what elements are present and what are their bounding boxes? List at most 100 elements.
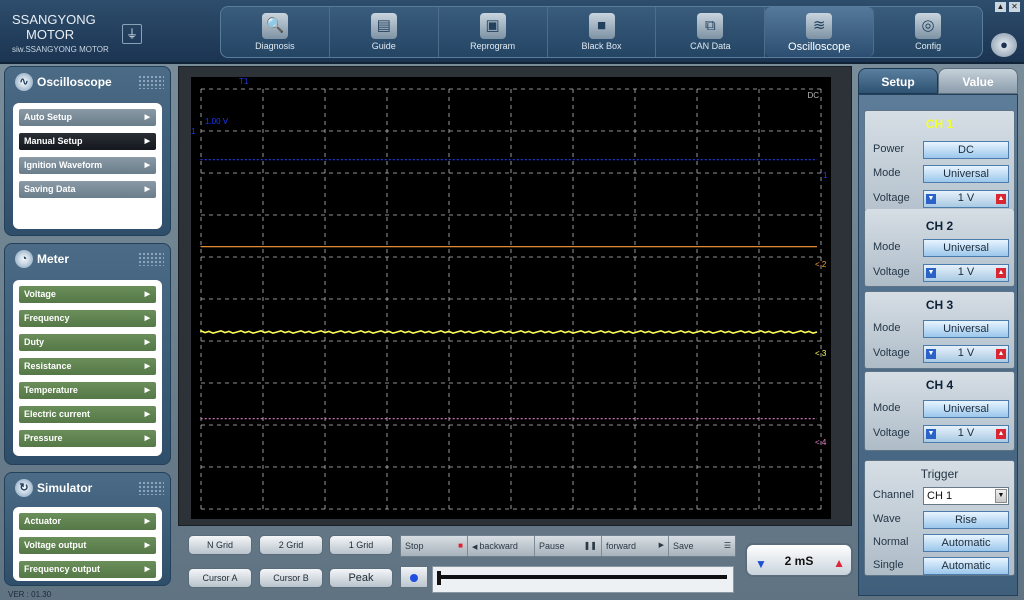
- menu-actuator[interactable]: Actuator ▶: [19, 513, 156, 530]
- ch3-mode-button[interactable]: Universal: [923, 320, 1009, 338]
- menu-duty[interactable]: Duty ▶: [19, 334, 156, 351]
- trigger-channel-row: Channel CH 1 ▼: [873, 487, 1010, 505]
- menu-saving-data[interactable]: Saving Data ▶: [19, 181, 156, 198]
- time-increase-icon[interactable]: ▲: [833, 556, 845, 570]
- close-button[interactable]: ✕: [1009, 2, 1020, 12]
- nav-diagnosis[interactable]: 🔍 Diagnosis: [221, 7, 330, 57]
- ch1-mode-button[interactable]: Universal: [923, 165, 1009, 183]
- minimize-button[interactable]: ▲: [995, 2, 1006, 12]
- peak-button[interactable]: Peak: [329, 568, 393, 588]
- arrow-right-icon: ▶: [144, 315, 150, 322]
- nav-config[interactable]: ◎ Config: [874, 7, 982, 57]
- ch2-mode-row: Mode Universal: [873, 239, 1010, 257]
- nav-label: Diagnosis: [255, 41, 295, 51]
- tab-value[interactable]: Value: [938, 68, 1018, 94]
- increase-icon[interactable]: ▲: [996, 349, 1006, 359]
- ch3-marker[interactable]: < 3: [815, 349, 826, 358]
- arrow-right-icon: ▶: [144, 114, 150, 121]
- brand-line3: siw.SSANGYONG MOTOR: [12, 45, 109, 54]
- normal-label: Normal: [873, 536, 909, 548]
- increase-icon[interactable]: ▲: [996, 429, 1006, 439]
- increase-icon[interactable]: ▲: [996, 194, 1006, 204]
- settings-panel: Setup Value CH 1 Power DC Mode Universal V…: [856, 66, 1018, 596]
- scope-display[interactable]: T1 1 1.00 V DC 1 < 2 < 3 < 4: [191, 77, 831, 519]
- menu-label: Manual Setup: [24, 136, 83, 146]
- time-div-control: ▼ 2 mS ▲: [745, 543, 853, 577]
- menu-manual-setup[interactable]: Manual Setup ▶: [19, 133, 156, 150]
- nav-black-box[interactable]: ■ Black Box: [548, 7, 657, 57]
- backward-button[interactable]: ◀ backward: [468, 536, 535, 556]
- oscilloscope-icon: ≋: [806, 13, 833, 39]
- user-icon[interactable]: ●: [991, 33, 1017, 57]
- ch4-voltage-spinner: ▼ 1 V ▲: [923, 425, 1009, 443]
- usb-icon[interactable]: ⏚: [122, 24, 142, 44]
- voltage-label: Voltage: [873, 266, 910, 278]
- oscilloscope-panel: ∿ Oscilloscope Auto Setup ▶ Manual Setup ▶…: [4, 66, 171, 236]
- trigger-normal-button[interactable]: Automatic: [923, 534, 1009, 552]
- stop-label: Stop: [405, 541, 424, 551]
- trigger-time-marker[interactable]: T1: [239, 77, 248, 86]
- wave-label: Wave: [873, 513, 901, 525]
- trigger-level-marker[interactable]: 1: [191, 127, 195, 136]
- panel-title: Meter: [37, 252, 70, 266]
- tab-setup[interactable]: Setup: [858, 68, 938, 94]
- scope-graph: [200, 88, 822, 510]
- backward-label: backward: [479, 541, 518, 551]
- ch2-voltage-row: Voltage ▼ 1 V ▲: [873, 264, 1010, 282]
- cursor-b-button[interactable]: Cursor B: [259, 568, 323, 588]
- ch2-mode-button[interactable]: Universal: [923, 239, 1009, 257]
- menu-auto-setup[interactable]: Auto Setup ▶: [19, 109, 156, 126]
- menu-label: Auto Setup: [24, 112, 72, 122]
- nav-can-data[interactable]: ⧉ CAN Data: [656, 7, 766, 57]
- increase-icon[interactable]: ▲: [996, 268, 1006, 278]
- menu-label: Voltage: [24, 289, 56, 299]
- arrow-right-icon: ▶: [144, 411, 150, 418]
- stop-button[interactable]: Stop ■: [401, 536, 468, 556]
- arrow-right-icon: ▶: [144, 138, 150, 145]
- menu-voltage[interactable]: Voltage ▶: [19, 286, 156, 303]
- ch4-group: CH 4 Mode Universal Voltage ▼ 1 V ▲: [864, 371, 1015, 451]
- mode-label: Mode: [873, 167, 901, 179]
- menu-temperature[interactable]: Temperature ▶: [19, 382, 156, 399]
- panel-dots-decoration: [138, 252, 164, 266]
- ch1-voltage-spinner: ▼ 1 V ▲: [923, 190, 1009, 208]
- ch1-power-button[interactable]: DC: [923, 141, 1009, 159]
- voltage-label: Voltage: [873, 192, 910, 204]
- ch1-marker[interactable]: 1: [823, 171, 827, 180]
- menu-pressure[interactable]: Pressure ▶: [19, 430, 156, 447]
- ch2-marker[interactable]: < 2: [815, 260, 826, 269]
- menu-frequency[interactable]: Frequency ▶: [19, 310, 156, 327]
- nav-guide[interactable]: ▤ Guide: [330, 7, 439, 57]
- menu-label: Electric current: [24, 409, 91, 419]
- channel-3-trace: [200, 329, 818, 335]
- panel-title: Simulator: [37, 481, 93, 495]
- forward-button[interactable]: forward ▶: [602, 536, 669, 556]
- config-icon: ◎: [915, 13, 942, 39]
- trigger-channel-select[interactable]: CH 1 ▼: [923, 487, 1009, 505]
- two-grid-button[interactable]: 2 Grid: [259, 535, 323, 555]
- trigger-wave-button[interactable]: Rise: [923, 511, 1009, 529]
- one-grid-button[interactable]: 1 Grid: [329, 535, 393, 555]
- cursor-a-button[interactable]: Cursor A: [188, 568, 252, 588]
- trigger-wave-row: Wave Rise: [873, 511, 1010, 529]
- n-grid-button[interactable]: N Grid: [188, 535, 252, 555]
- transport-bar: Stop ■ ◀ backward Pause ❚❚ forward ▶ Save ☰: [400, 535, 736, 557]
- ch4-mode-button[interactable]: Universal: [923, 400, 1009, 418]
- pause-button[interactable]: Pause ❚❚: [535, 536, 602, 556]
- trigger-single-button[interactable]: Automatic: [923, 557, 1009, 575]
- ch1-power-row: Power DC: [873, 141, 1010, 159]
- menu-frequency-output[interactable]: Frequency output ▶: [19, 561, 156, 578]
- menu-ignition-waveform[interactable]: Ignition Waveform ▶: [19, 157, 156, 174]
- nav-reprogram[interactable]: ▣ Reprogram: [439, 7, 548, 57]
- panel-dots-decoration: [138, 75, 164, 89]
- volt-per-div-label: 1.00 V: [205, 117, 229, 126]
- menu-electric-current[interactable]: Electric current ▶: [19, 406, 156, 423]
- menu-resistance[interactable]: Resistance ▶: [19, 358, 156, 375]
- nav-oscilloscope[interactable]: ≋ Oscilloscope: [765, 7, 875, 57]
- record-button[interactable]: [400, 566, 428, 588]
- slider-thumb[interactable]: [437, 571, 441, 585]
- playback-slider[interactable]: [432, 566, 734, 593]
- menu-voltage-output[interactable]: Voltage output ▶: [19, 537, 156, 554]
- save-button[interactable]: Save ☰: [669, 536, 735, 556]
- ch4-marker[interactable]: < 4: [815, 438, 826, 447]
